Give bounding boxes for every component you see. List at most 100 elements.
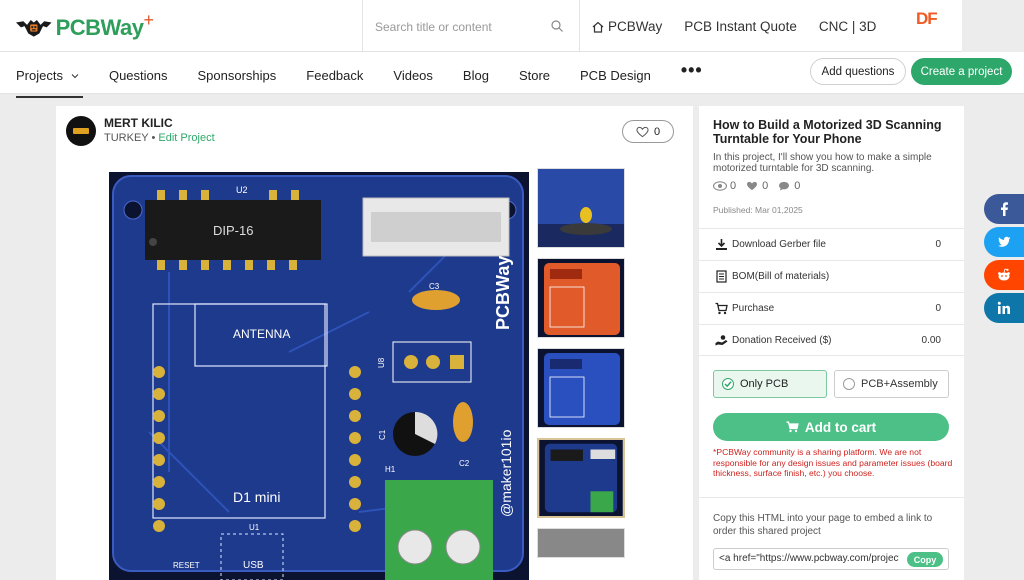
row-label: BOM(Bill of materials) [732,271,830,282]
sub-nav: Projects Questions Sponsorships Feedback… [0,52,1024,98]
eye-icon [713,181,727,191]
option-label: PCB+Assembly [861,378,938,390]
subnav-item-blog[interactable]: Blog [463,65,489,86]
thumbnail-pcb-red[interactable] [537,258,625,338]
logo-text: PCBWay [55,15,144,40]
pcb-label-u8: U8 [377,357,386,368]
disclaimer-text: *PCBWay community is a sharing platform.… [713,447,953,478]
subnav-item-sponsorships[interactable]: Sponsorships [198,65,277,86]
row-value: 0 [935,303,941,314]
reddit-icon [998,268,1010,281]
search-input[interactable] [375,16,545,38]
pcb-label-dip: DIP-16 [213,223,253,238]
project-stats: 0 0 0 [713,180,800,192]
donation-icon [715,334,728,345]
comments-count: 0 [794,180,801,192]
nav-label: PCBWay [608,19,663,34]
row-label: Purchase [732,303,775,314]
embed-code-box[interactable]: <a href="https://www.pcbway.com/project … [713,548,949,570]
views-stat: 0 [713,180,736,192]
download-icon [716,239,727,250]
nav-pcb-instant-quote[interactable]: PCB Instant Quote [684,19,797,34]
row-value: 0.00 [921,334,941,346]
nav-cnc-3d[interactable]: CNC | 3D [819,19,877,34]
author-name[interactable]: MERT KILIC [104,116,215,130]
add-to-cart-button[interactable]: Add to cart [713,413,949,441]
project-main-panel: MERT KILIC TURKEY • Edit Project 0 U2 DI… [56,106,693,580]
row-value: 0 [935,239,941,250]
pcb-label-d1mini: D1 mini [233,489,280,505]
df-logo: DF [916,9,938,28]
facebook-share-button[interactable] [984,194,1024,224]
download-gerber-row[interactable]: Download Gerber file 0 [699,228,964,260]
likes-stat: 0 [745,180,768,192]
like-count: 0 [653,125,661,138]
author-block: MERT KILIC TURKEY • Edit Project [66,116,215,146]
logo-plus: + [143,9,154,30]
edit-project-link[interactable]: Edit Project [158,132,214,144]
subnav-item-projects[interactable]: Projects [16,65,83,98]
project-description: In this project, I'll show you how to ma… [713,152,932,174]
avatar[interactable] [66,116,96,146]
add-to-cart-label: Add to cart [804,419,877,435]
search-icon[interactable] [551,20,563,32]
likes-count: 0 [762,180,769,192]
copy-button[interactable]: Copy [907,552,943,567]
pcb-render-image[interactable]: U2 DIP-16 C3 PCBWay ANTENNA D1 mini U8 C… [109,172,529,580]
subnav-item-questions[interactable]: Questions [109,65,168,86]
like-button[interactable]: 0 [622,120,674,143]
thumbnail-pcb-blue[interactable] [537,348,625,428]
top-header: PCBWay + PCBWay PCB Instant Quote CNC | … [0,0,962,52]
embed-code[interactable]: <a href="https://www.pcbway.com/project [719,553,899,564]
add-questions-button[interactable]: Add questions [810,58,906,85]
project-title: How to Build a Motorized 3D Scanning Tur… [713,118,942,146]
subnav-item-store[interactable]: Store [519,65,550,86]
subnav-item-pcb-design[interactable]: PCB Design [580,65,651,86]
twitter-icon [998,236,1011,247]
option-label: Only PCB [740,378,789,390]
subnav-item-videos[interactable]: Videos [393,65,433,86]
thumbnail-pcb-3d[interactable] [537,438,625,518]
comments-stat: 0 [777,180,800,192]
reddit-share-button[interactable] [984,260,1024,290]
create-project-button[interactable]: Create a project [911,58,1012,85]
heart-icon [747,181,758,191]
divider [699,497,964,498]
facebook-icon [1001,202,1008,216]
thumbnail-partial[interactable] [537,528,625,558]
thumbnail-turntable[interactable] [537,168,625,248]
radio-checked[interactable] [722,378,734,390]
pcb-label-reset: RESET [173,561,200,570]
comment-icon [779,181,790,191]
pcb-label-usb: USB [243,560,264,571]
linkedin-icon [997,301,1010,314]
thumbnail-strip [537,168,625,568]
nav-pcbway-home[interactable]: PCBWay [592,19,662,34]
check-icon [724,381,732,388]
home-icon [592,21,604,33]
chevron-down-icon [71,73,79,78]
row-label: Donation Received ($) [732,334,832,346]
top-nav: PCBWay PCB Instant Quote CNC | 3D [592,19,876,34]
pcbway-logo[interactable]: PCBWay + [16,9,154,44]
project-actions-list: Download Gerber file 0 BOM(Bill of mater… [699,228,964,356]
more-menu-icon[interactable]: ••• [681,60,703,81]
subnav-item-feedback[interactable]: Feedback [306,65,363,86]
document-icon [716,270,727,283]
only-pcb-option[interactable]: Only PCB [713,370,827,398]
search-box [362,0,580,52]
cart-icon [715,302,728,315]
pcb-label-u2: U2 [236,185,248,195]
pcb-assembly-option[interactable]: PCB+Assembly [834,370,949,398]
purchase-row[interactable]: Purchase 0 [699,292,964,324]
bom-row[interactable]: BOM(Bill of materials) [699,260,964,292]
separator: • [148,132,159,144]
radio-unchecked[interactable] [843,378,855,390]
twitter-share-button[interactable] [984,227,1024,257]
nav-label: PCB Instant Quote [684,19,797,34]
pcb-label-c2: C2 [459,459,470,468]
donation-row[interactable]: Donation Received ($) 0.00 [699,324,964,356]
heart-icon [636,126,649,137]
linkedin-share-button[interactable] [984,293,1024,323]
subnav-label: Projects [16,68,63,83]
